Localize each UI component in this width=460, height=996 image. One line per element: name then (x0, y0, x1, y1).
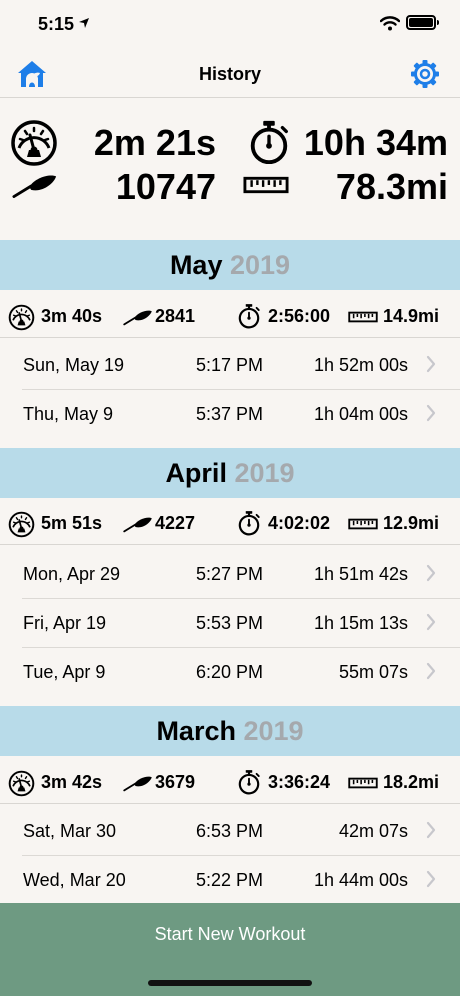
home-indicator[interactable] (148, 980, 312, 986)
totals-summary: 2m 21s 10h 34m 10747 78.3mi (0, 99, 460, 239)
workout-time: 5:37 PM (196, 404, 264, 424)
month-strokes: 2841 (155, 306, 196, 326)
month-avg-pace: 3m 42s (41, 772, 103, 792)
battery-icon (406, 15, 439, 30)
month-strokes: 3679 (155, 772, 196, 792)
month-distance: 14.9mi (383, 306, 440, 326)
ruler-icon (348, 518, 378, 530)
workout-row[interactable]: Thu, May 9 5:37 PM 1h 04m 00s (0, 390, 460, 439)
month-summary: 3m 42s 3679 3:36:24 18.2mi (0, 762, 460, 804)
chevron-right-icon (426, 613, 436, 631)
ruler-icon (243, 176, 289, 194)
workout-time: 5:22 PM (196, 870, 264, 890)
month-year: 2019 (229, 250, 291, 280)
workout-date: Mon, Apr 29 (23, 564, 121, 584)
gear-icon[interactable] (410, 59, 440, 89)
page-title: History (198, 64, 261, 84)
total-duration: 10h 34m (303, 122, 448, 163)
total-strokes: 10747 (115, 166, 216, 207)
ruler-icon (348, 311, 378, 323)
paddle-icon (123, 309, 153, 326)
month-duration: 2:56:00 (268, 306, 331, 326)
chevron-right-icon (426, 662, 436, 680)
workout-date: Thu, May 9 (23, 404, 114, 424)
total-distance: 78.3mi (335, 166, 448, 207)
month-strokes: 4227 (155, 513, 196, 533)
month-avg-pace: 3m 40s (41, 306, 103, 326)
workout-date: Tue, Apr 9 (23, 662, 106, 682)
workout-duration: 1h 15m 13s (313, 613, 408, 633)
month-avg-pace: 5m 51s (41, 513, 103, 533)
stopwatch-icon (236, 303, 262, 329)
wifi-icon (380, 16, 400, 31)
workout-duration: 1h 51m 42s (313, 564, 408, 584)
stopwatch-icon (236, 510, 262, 536)
status-time: 5:15 (38, 14, 75, 34)
workout-date: Fri, Apr 19 (23, 613, 107, 633)
chevron-right-icon (426, 404, 436, 422)
workout-duration: 1h 44m 00s (313, 870, 408, 890)
month-year: 2019 (243, 716, 304, 746)
speedometer-icon (8, 511, 35, 538)
start-workout-label: Start New Workout (154, 924, 306, 944)
workout-row[interactable]: Wed, Mar 20 5:22 PM 1h 44m 00s (0, 856, 460, 905)
month-distance: 12.9mi (383, 513, 440, 533)
workout-duration: 1h 52m 00s (313, 355, 408, 375)
workout-duration: 42m 07s (338, 821, 408, 841)
location-arrow-icon (79, 18, 89, 28)
chevron-right-icon (426, 870, 436, 888)
workout-duration: 1h 04m 00s (313, 404, 408, 424)
workout-duration: 55m 07s (338, 662, 408, 682)
workout-time: 6:53 PM (196, 821, 264, 841)
month-summary: 5m 51s 4227 4:02:02 12.9mi (0, 503, 460, 545)
month-duration: 3:36:24 (268, 772, 331, 792)
month-year: 2019 (234, 458, 295, 488)
month-distance: 18.2mi (383, 772, 440, 792)
workout-time: 5:53 PM (196, 613, 264, 633)
stopwatch-icon (236, 769, 262, 795)
chevron-right-icon (426, 564, 436, 582)
workout-date: Wed, Mar 20 (23, 870, 126, 890)
chevron-right-icon (426, 355, 436, 373)
month-header-april: April 2019 (0, 448, 460, 498)
ruler-icon (348, 777, 378, 789)
workout-date: Sun, May 19 (23, 355, 125, 375)
paddle-icon (123, 775, 153, 792)
workout-time: 6:20 PM (196, 662, 264, 682)
workout-row[interactable]: Sat, Mar 30 6:53 PM 42m 07s (0, 807, 460, 856)
month-header-may: May 2019 (0, 240, 460, 290)
total-avg-pace: 2m 21s (93, 122, 216, 163)
month-name: April (165, 458, 227, 488)
workout-row[interactable]: Mon, Apr 29 5:27 PM 1h 51m 42s (0, 550, 460, 599)
workout-row[interactable]: Tue, Apr 9 6:20 PM 55m 07s (0, 648, 460, 697)
speedometer-icon (8, 304, 35, 331)
paddle-icon (12, 173, 58, 199)
paddle-icon (123, 516, 153, 533)
workout-row[interactable]: Fri, Apr 19 5:53 PM 1h 15m 13s (0, 599, 460, 648)
workout-time: 5:17 PM (196, 355, 264, 375)
speedometer-icon (8, 770, 35, 797)
month-name: March (156, 716, 236, 746)
workout-date: Sat, Mar 30 (23, 821, 117, 841)
month-summary: 3m 40s 2841 2:56:00 14.9mi (0, 296, 460, 338)
month-name: May (169, 250, 223, 280)
status-bar: 5:15 (0, 0, 460, 50)
chevron-right-icon (426, 821, 436, 839)
month-header-march: March 2019 (0, 706, 460, 756)
workout-row[interactable]: Sun, May 19 5:17 PM 1h 52m 00s (0, 341, 460, 390)
stopwatch-icon (246, 119, 292, 165)
navigation-bar: History (0, 50, 460, 98)
month-duration: 4:02:02 (268, 513, 331, 533)
workout-time: 5:27 PM (196, 564, 264, 584)
speedometer-icon (10, 119, 58, 167)
